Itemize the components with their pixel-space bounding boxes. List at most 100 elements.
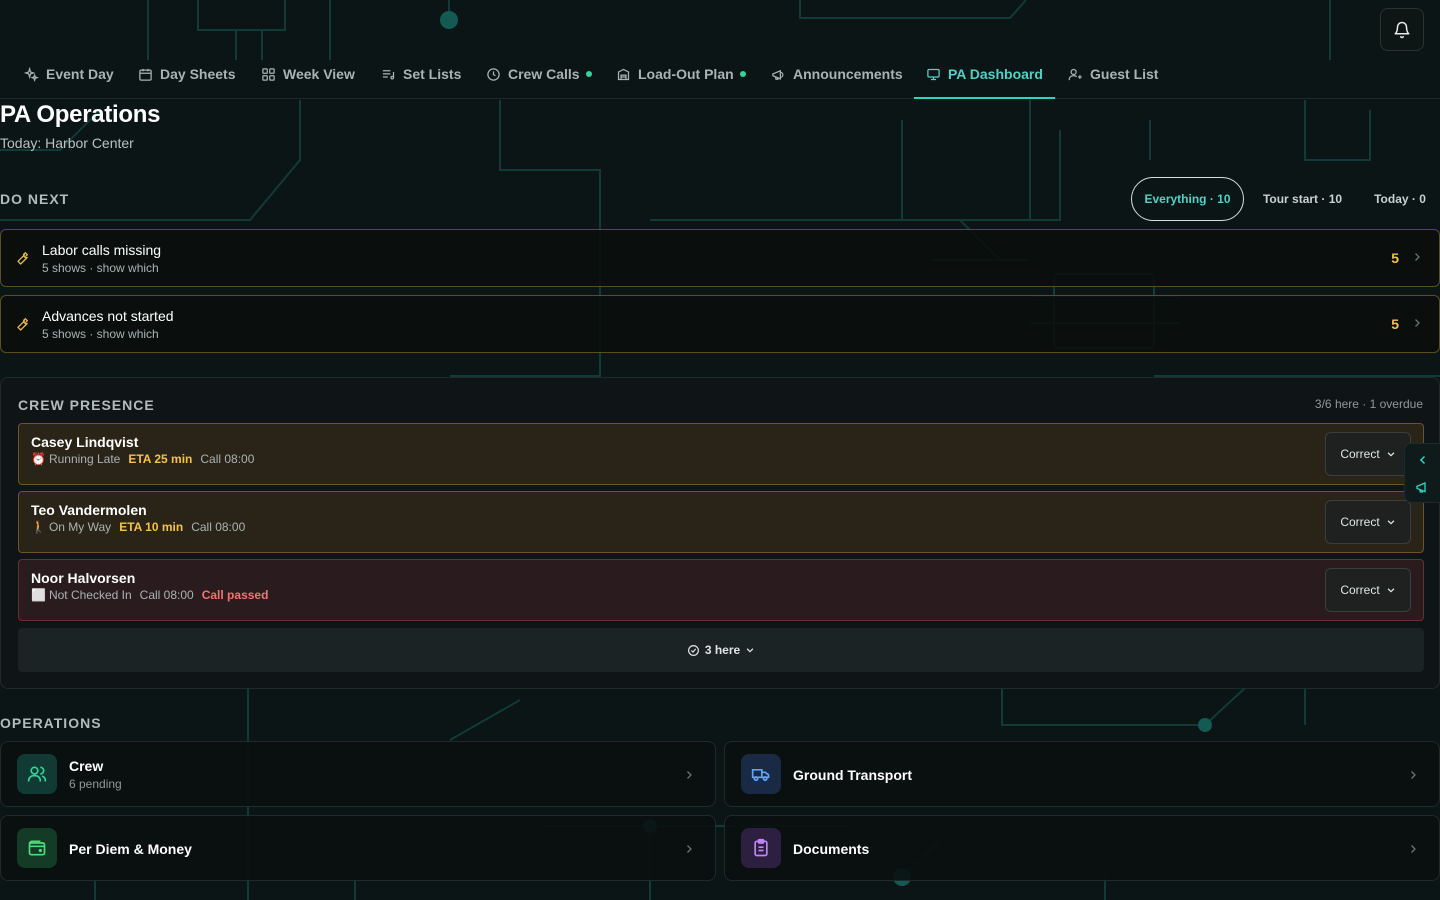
tab-set-lists[interactable]: Set Lists — [381, 50, 461, 98]
tab-event-day[interactable]: Event Day — [24, 50, 114, 98]
crew-tile — [17, 754, 57, 794]
list-music-icon — [382, 69, 395, 79]
chevron-left-icon — [1419, 455, 1426, 465]
chevron-down-icon — [1387, 520, 1395, 525]
clipboard-icon — [754, 838, 768, 857]
chevron-down-icon — [1387, 588, 1395, 593]
crew-call-time: Call 08:00 — [139, 588, 194, 602]
task-title: Advances not started — [42, 308, 174, 324]
filter-tour-start[interactable]: Tour start · 10 — [1251, 177, 1354, 221]
card-title: Ground Transport — [793, 767, 912, 783]
crew-name: Teo Vandermolen — [31, 502, 147, 518]
tab-week-view[interactable]: Week View — [261, 50, 355, 98]
correct-status-button[interactable]: Correct — [1325, 432, 1411, 476]
monitor-icon — [927, 68, 940, 80]
megaphone-icon — [1416, 482, 1426, 493]
crew-eta: ETA 10 min — [119, 520, 184, 534]
correct-status-button[interactable]: Correct — [1325, 568, 1411, 612]
task-labor-calls[interactable]: Labor calls missing 5 shows · show which… — [0, 229, 1440, 287]
walking-icon: 🚶 — [31, 520, 46, 534]
crew-presence-heading: CREW PRESENCE — [18, 397, 155, 413]
tab-guest-list[interactable]: Guest List — [1068, 50, 1158, 98]
call-passed-alert: Call passed — [201, 588, 269, 602]
operations-card-crew[interactable]: Crew 6 pending — [0, 741, 716, 807]
side-drawer-tab[interactable] — [1404, 443, 1440, 503]
crew-presence-summary: 3/6 here · 1 overdue — [1314, 397, 1423, 411]
crew-name: Noor Halvorsen — [31, 570, 136, 586]
task-detail: 5 shows · show which — [42, 327, 159, 341]
card-title: Per Diem & Money — [69, 841, 192, 857]
tab-label: Week View — [283, 66, 355, 82]
show-here-toggle[interactable]: 3 here — [18, 628, 1424, 672]
money-tile — [17, 828, 57, 868]
operations-card-ground-transport[interactable]: Ground Transport — [724, 741, 1440, 807]
notifications-button[interactable] — [1380, 8, 1424, 51]
tab-announcements[interactable]: Announcements — [771, 50, 903, 98]
crew-row: Noor Halvorsen ⬜ Not Checked In Call 08:… — [18, 559, 1424, 621]
tab-label: Day Sheets — [160, 66, 236, 82]
wrench-icon — [17, 252, 28, 265]
correct-label: Correct — [1340, 515, 1380, 529]
bell-icon — [1394, 21, 1410, 38]
clock-icon — [487, 67, 500, 81]
wrench-icon — [17, 318, 28, 331]
correct-label: Correct — [1340, 583, 1380, 597]
correct-label: Correct — [1340, 447, 1380, 461]
chevron-right-icon — [1411, 845, 1416, 853]
tab-load-out-plan[interactable]: Load-Out Plan — [616, 50, 746, 98]
card-title: Documents — [793, 841, 870, 857]
crew-call-time: Call 08:00 — [200, 452, 255, 466]
unchecked-box-icon: ⬜ — [31, 588, 46, 602]
filter-everything[interactable]: Everything · 10 — [1131, 177, 1244, 221]
page-subtitle: Today: Harbor Center — [0, 135, 134, 151]
tab-pa-dashboard[interactable]: PA Dashboard — [914, 50, 1055, 99]
filter-today[interactable]: Today · 0 — [1363, 177, 1437, 221]
transport-tile — [741, 754, 781, 794]
task-advances[interactable]: Advances not started 5 shows · show whic… — [0, 295, 1440, 353]
operations-card-per-diem[interactable]: Per Diem & Money — [0, 815, 716, 881]
tab-label: Crew Calls — [508, 66, 580, 82]
tab-label: Guest List — [1090, 66, 1159, 82]
card-title: Crew — [69, 758, 104, 774]
notification-dot — [585, 71, 592, 77]
crew-eta: ETA 25 min — [128, 452, 193, 466]
notification-dot — [739, 71, 746, 77]
crew-status: Not Checked In — [48, 588, 132, 602]
wallet-icon — [28, 840, 46, 856]
tab-label: PA Dashboard — [948, 66, 1043, 82]
crew-status: On My Way — [48, 520, 112, 534]
chevron-right-icon — [687, 845, 692, 853]
tab-crew-calls[interactable]: Crew Calls — [486, 50, 592, 98]
here-toggle-label: 3 here — [704, 643, 741, 657]
check-circle-icon — [687, 644, 699, 656]
alarm-clock-icon: ⏰ — [31, 452, 46, 466]
crew-status: Running Late — [48, 452, 121, 466]
task-count: 5 — [1391, 250, 1399, 266]
correct-status-button[interactable]: Correct — [1325, 500, 1411, 544]
truck-box-icon — [617, 68, 630, 80]
chevron-right-icon — [1415, 319, 1420, 327]
operations-card-documents[interactable]: Documents — [724, 815, 1440, 881]
crew-presence-panel: CREW PRESENCE 3/6 here · 1 overdue Casey… — [0, 377, 1440, 689]
top-nav: Event Day Day Sheets Week View Set Lists… — [0, 50, 1440, 99]
crew-row: Casey Lindqvist ⏰ Running Late ETA 25 mi… — [18, 423, 1424, 485]
tab-label: Load-Out Plan — [638, 66, 734, 82]
tab-label: Set Lists — [403, 66, 462, 82]
user-plus-icon — [1068, 68, 1082, 80]
tab-day-sheets[interactable]: Day Sheets — [138, 50, 235, 98]
chevron-right-icon — [687, 771, 692, 779]
grid-icon — [262, 67, 275, 81]
tab-label: Announcements — [793, 66, 903, 82]
van-icon — [751, 769, 770, 782]
calendar-icon — [139, 68, 152, 81]
do-next-heading: DO NEXT — [0, 191, 70, 207]
task-count: 5 — [1391, 316, 1399, 332]
task-title: Labor calls missing — [42, 242, 162, 258]
tab-label: Event Day — [46, 66, 114, 82]
crew-call-time: Call 08:00 — [191, 520, 246, 534]
megaphone-icon — [772, 69, 784, 80]
documents-tile — [741, 828, 781, 868]
chevron-right-icon — [1411, 771, 1416, 779]
crew-row: Teo Vandermolen 🚶 On My Way ETA 10 min C… — [18, 491, 1424, 553]
task-detail: 5 shows · show which — [42, 261, 159, 275]
